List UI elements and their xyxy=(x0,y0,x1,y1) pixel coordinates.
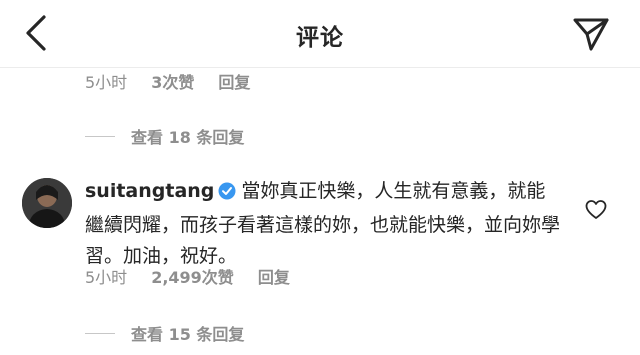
heart-outline-icon xyxy=(585,200,607,219)
reply-button[interactable]: 回复 xyxy=(258,264,290,288)
reply-button[interactable]: 回复 xyxy=(218,69,250,93)
like-count[interactable]: 2,499次赞 xyxy=(151,264,234,288)
comment-time: 5小时 xyxy=(85,73,128,92)
header-bar: 评论 xyxy=(0,0,640,68)
comment-meta: 5小时 2,499次赞 回复 xyxy=(85,264,290,288)
view-replies-button[interactable]: 查看 18 条回复 xyxy=(85,124,244,148)
avatar-image xyxy=(22,178,72,228)
comment-time: 5小时 xyxy=(85,268,128,287)
divider xyxy=(85,135,115,137)
divider xyxy=(85,332,115,334)
avatar[interactable] xyxy=(22,178,72,228)
comment-text-block: suitangtang 當妳真正快樂，人生就有意義，就能繼續閃耀，而孩子看著這樣的… xyxy=(85,176,560,272)
view-replies-button[interactable]: 查看 15 条回复 xyxy=(85,321,244,345)
paper-plane-icon xyxy=(573,18,609,51)
prev-comment-meta: 5小时 3次赞 回复 xyxy=(85,69,250,93)
comment-username[interactable]: suitangtang xyxy=(85,180,214,202)
like-button[interactable] xyxy=(585,199,607,221)
view-replies-label: 查看 15 条回复 xyxy=(131,325,245,344)
share-button[interactable] xyxy=(572,15,610,53)
verified-badge-icon xyxy=(218,179,236,210)
view-replies-label: 查看 18 条回复 xyxy=(131,128,245,147)
page-title: 评论 xyxy=(296,25,344,51)
like-count[interactable]: 3次赞 xyxy=(151,69,194,93)
